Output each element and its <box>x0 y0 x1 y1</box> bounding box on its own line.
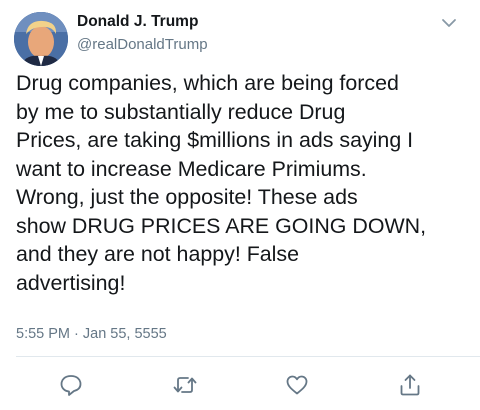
reply-icon[interactable] <box>58 372 84 398</box>
timestamp[interactable]: 5:55 PM · Jan 55, 5555 <box>16 324 167 344</box>
tweet-card: Donald J. Trump @realDonaldTrump Drug co… <box>0 0 480 410</box>
tweet-text-line: want to increase Medicare Primiums. <box>16 156 367 181</box>
tweet-text-line: Wrong, just the opposite! These ads <box>16 185 358 209</box>
share-icon[interactable] <box>397 372 423 398</box>
divider <box>16 356 480 357</box>
tweet-text-line: Drug companies, which are being forced <box>16 71 399 95</box>
chevron-down-icon[interactable] <box>438 14 460 32</box>
retweet-icon[interactable] <box>172 372 198 398</box>
display-name[interactable]: Donald J. Trump <box>77 12 208 32</box>
heart-icon[interactable] <box>284 372 310 398</box>
avatar[interactable] <box>14 12 68 66</box>
tweet-text-line: show DRUG PRICES ARE GOING DOWN, <box>16 213 427 238</box>
tweet-text: Drug companies, which are being forced b… <box>16 69 474 297</box>
tweet-text-line: and they are not happy! False <box>16 242 300 266</box>
tweet-text-line: by me to substantially reduce Drug <box>16 99 346 124</box>
user-handle[interactable]: @realDonaldTrump <box>77 35 208 55</box>
tweet-text-line: advertising! <box>16 270 126 295</box>
tweet-header: Donald J. Trump @realDonaldTrump <box>77 12 208 55</box>
tweet-text-line: Prices, are taking $millions in ads sayi… <box>16 128 414 152</box>
